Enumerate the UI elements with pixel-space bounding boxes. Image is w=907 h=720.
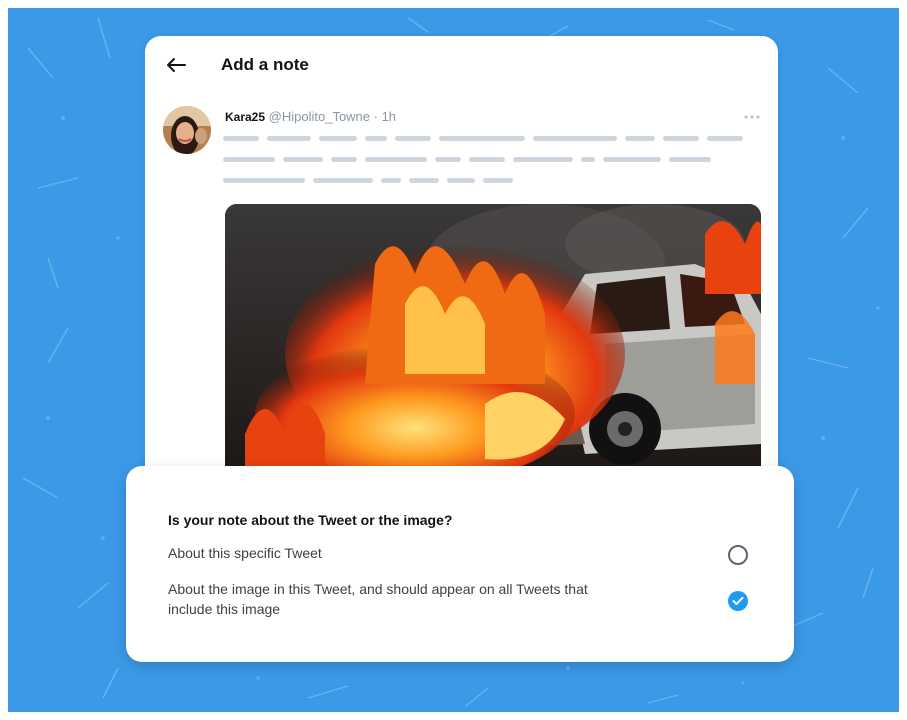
tweet-timestamp: · 1h bbox=[373, 109, 397, 124]
page-title: Add a note bbox=[221, 55, 309, 74]
note-type-panel: Is your note about the Tweet or the imag… bbox=[126, 466, 794, 662]
tweet-text-placeholder-line bbox=[223, 157, 743, 162]
option-image-radio[interactable] bbox=[728, 591, 748, 611]
tweet-image[interactable] bbox=[225, 204, 761, 496]
avatar[interactable] bbox=[163, 106, 211, 154]
option-tweet-radio[interactable] bbox=[728, 545, 748, 565]
back-button[interactable] bbox=[163, 54, 189, 76]
arrow-left-icon bbox=[167, 58, 186, 72]
more-horizontal-icon[interactable] bbox=[743, 108, 763, 122]
note-type-question: Is your note about the Tweet or the imag… bbox=[168, 512, 453, 528]
image-burning-car bbox=[225, 204, 761, 496]
tweet-author-name[interactable]: Kara25 bbox=[225, 110, 265, 124]
option-tweet-label[interactable]: About this specific Tweet bbox=[168, 543, 688, 563]
tweet-text-placeholder-line bbox=[223, 136, 743, 141]
checkmark-icon bbox=[732, 596, 744, 605]
tweet-author-handle[interactable]: @Hipolito_Towne bbox=[269, 109, 370, 124]
option-image-label[interactable]: About the image in this Tweet, and shoul… bbox=[168, 579, 598, 619]
tweet-card: Add a note Kara25 @Hipolito_Towne · 1h bbox=[145, 36, 778, 496]
tweet-text-placeholder-line bbox=[223, 178, 523, 183]
tweet-header: Kara25 @Hipolito_Towne · 1h bbox=[225, 108, 396, 126]
